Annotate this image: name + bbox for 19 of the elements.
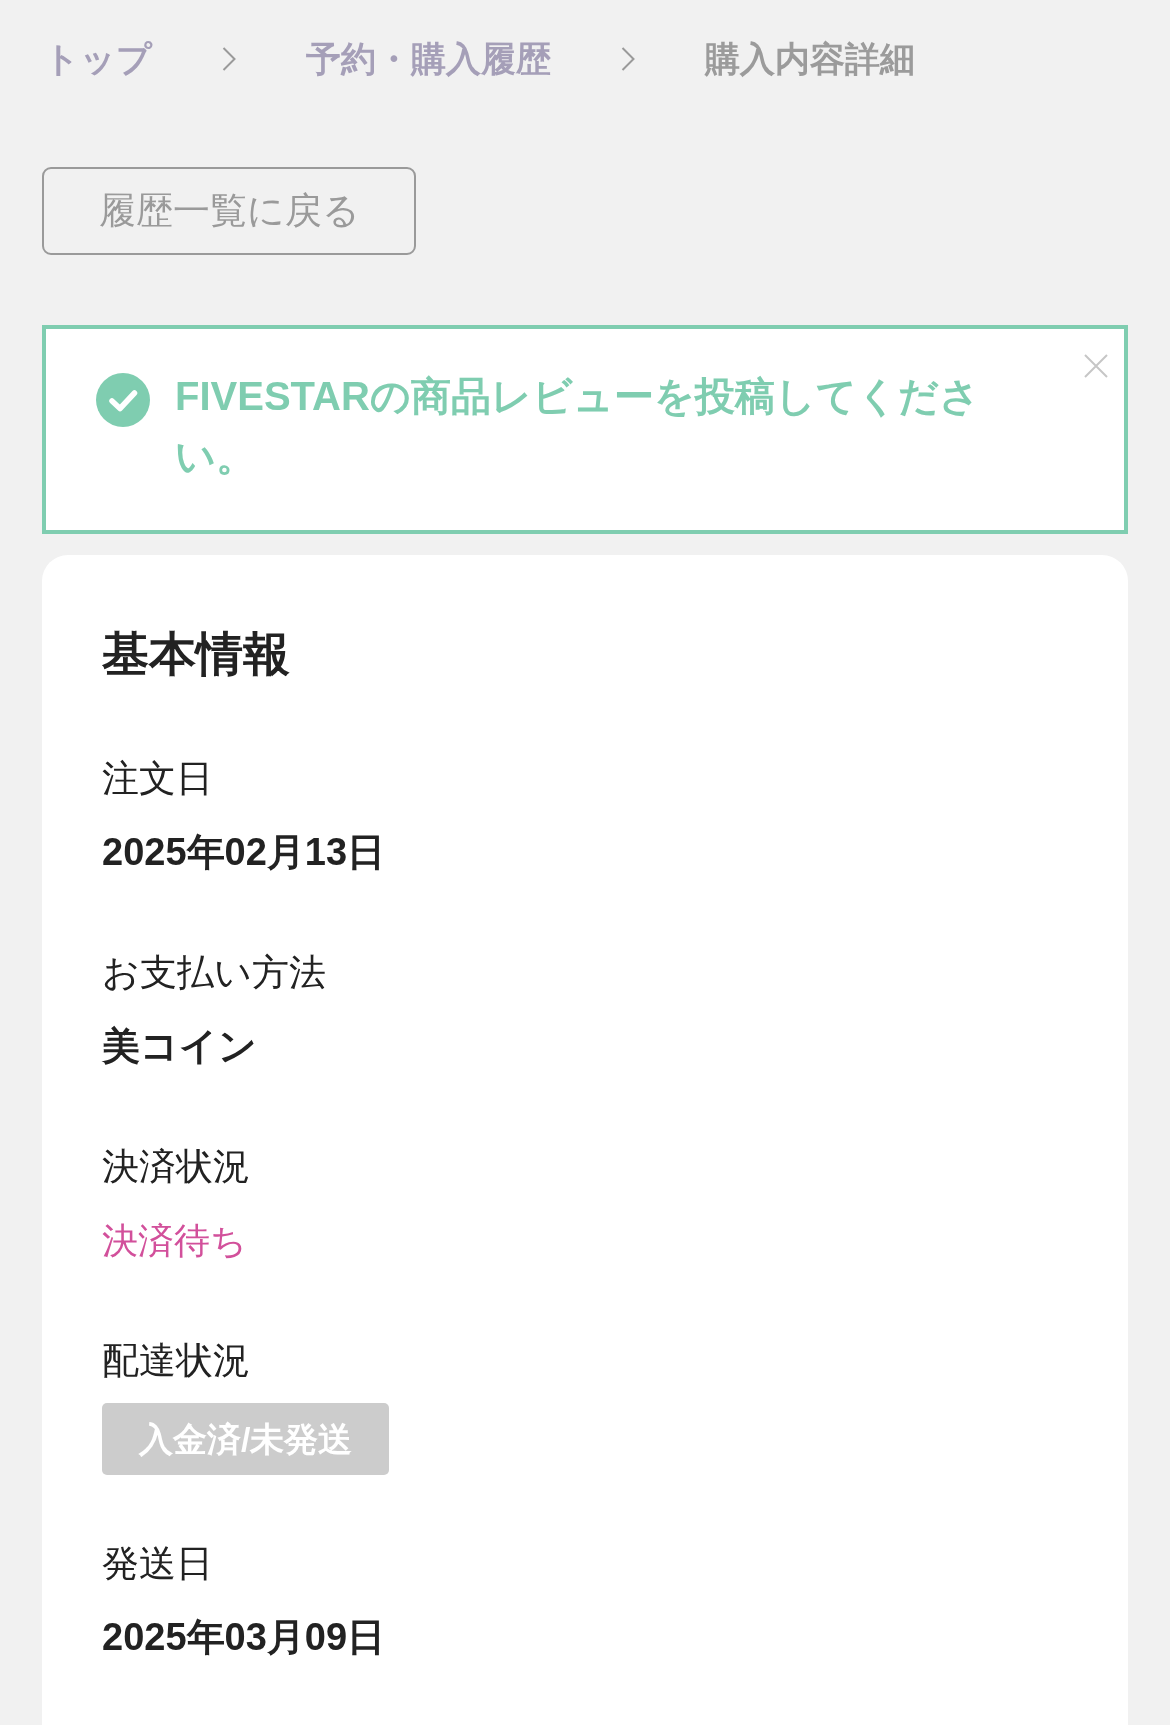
field-value: 美コイン (102, 1024, 257, 1069)
field-value: 2025年02月13日 (102, 830, 386, 875)
alert-message: FIVESTARの商品レビューを投稿してください。 (175, 373, 981, 480)
field-value: 2025年03月09日 (102, 1615, 386, 1660)
field-label: お支払い方法 (102, 951, 326, 995)
section-title: 基本情報 (102, 626, 290, 682)
field-label: 決済状況 (102, 1145, 250, 1189)
field-label: 配達状況 (102, 1339, 250, 1383)
chevron-right-icon (621, 47, 635, 71)
back-button[interactable]: 履歴一覧に戻る (42, 167, 416, 255)
chevron-right-icon (222, 47, 236, 71)
close-icon[interactable] (1084, 354, 1108, 378)
check-circle-icon (96, 373, 150, 427)
breadcrumb-link[interactable]: トップ (44, 34, 152, 84)
field-label: 注文日 (102, 757, 213, 801)
field-label: 発送日 (102, 1542, 213, 1586)
breadcrumb-link[interactable]: 予約・購入履歴 (306, 34, 551, 84)
status-text: 決済待ち (102, 1219, 247, 1263)
breadcrumb-current: 購入内容詳細 (705, 38, 915, 80)
